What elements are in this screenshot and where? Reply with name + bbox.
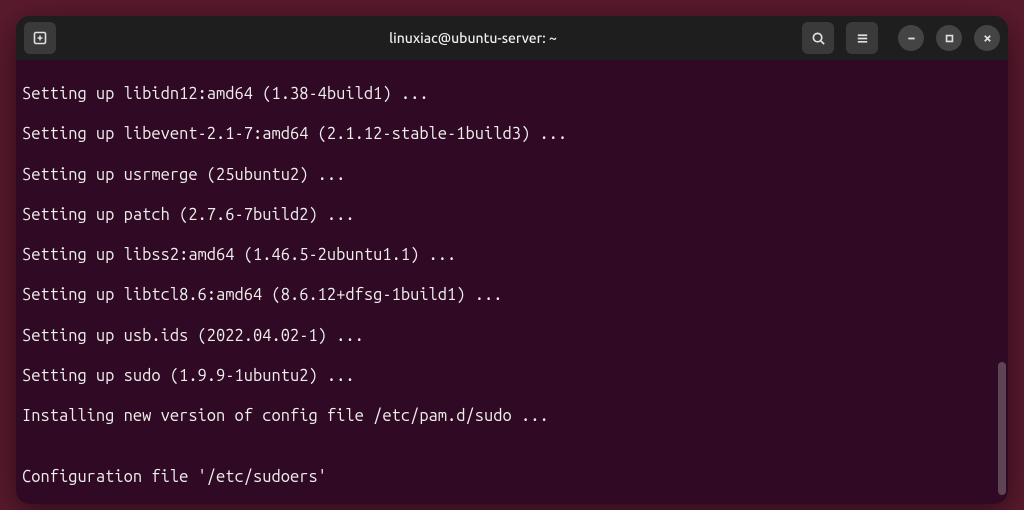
terminal-line: Setting up usb.ids (2022.04.02-1) ... bbox=[22, 326, 1002, 346]
close-button[interactable] bbox=[974, 25, 1000, 51]
terminal-line: Installing new version of config file /e… bbox=[22, 406, 1002, 426]
new-tab-icon bbox=[32, 30, 48, 46]
terminal-output[interactable]: Setting up libidn12:amd64 (1.38-4build1)… bbox=[16, 60, 1008, 504]
search-button[interactable] bbox=[802, 22, 834, 54]
titlebar-left bbox=[24, 22, 144, 54]
terminal-line: Setting up libtcl8.6:amd64 (8.6.12+dfsg-… bbox=[22, 285, 1002, 305]
minimize-button[interactable] bbox=[898, 25, 924, 51]
terminal-line: Setting up libss2:amd64 (1.46.5-2ubuntu1… bbox=[22, 245, 1002, 265]
close-icon bbox=[982, 33, 993, 44]
terminal-line: Setting up sudo (1.9.9-1ubuntu2) ... bbox=[22, 366, 1002, 386]
terminal-line: Setting up patch (2.7.6-7build2) ... bbox=[22, 205, 1002, 225]
window-title: linuxiac@ubuntu-server: ~ bbox=[144, 30, 802, 46]
scrollbar-thumb[interactable] bbox=[998, 362, 1006, 495]
window-controls bbox=[898, 25, 1000, 51]
terminal-line: Setting up libidn12:amd64 (1.38-4build1)… bbox=[22, 84, 1002, 104]
titlebar: linuxiac@ubuntu-server: ~ bbox=[16, 16, 1008, 60]
new-tab-button[interactable] bbox=[24, 22, 56, 54]
terminal-line: Configuration file '/etc/sudoers' bbox=[22, 467, 1002, 487]
titlebar-right bbox=[802, 22, 1000, 54]
terminal-window: linuxiac@ubuntu-server: ~ bbox=[16, 16, 1008, 504]
maximize-icon bbox=[944, 33, 955, 44]
scrollbar[interactable] bbox=[997, 60, 1007, 504]
menu-button[interactable] bbox=[846, 22, 878, 54]
search-icon bbox=[811, 31, 826, 46]
hamburger-icon bbox=[855, 31, 870, 46]
terminal-line: Setting up usrmerge (25ubuntu2) ... bbox=[22, 165, 1002, 185]
minimize-icon bbox=[906, 33, 917, 44]
maximize-button[interactable] bbox=[936, 25, 962, 51]
terminal-line: Setting up libevent-2.1-7:amd64 (2.1.12-… bbox=[22, 124, 1002, 144]
